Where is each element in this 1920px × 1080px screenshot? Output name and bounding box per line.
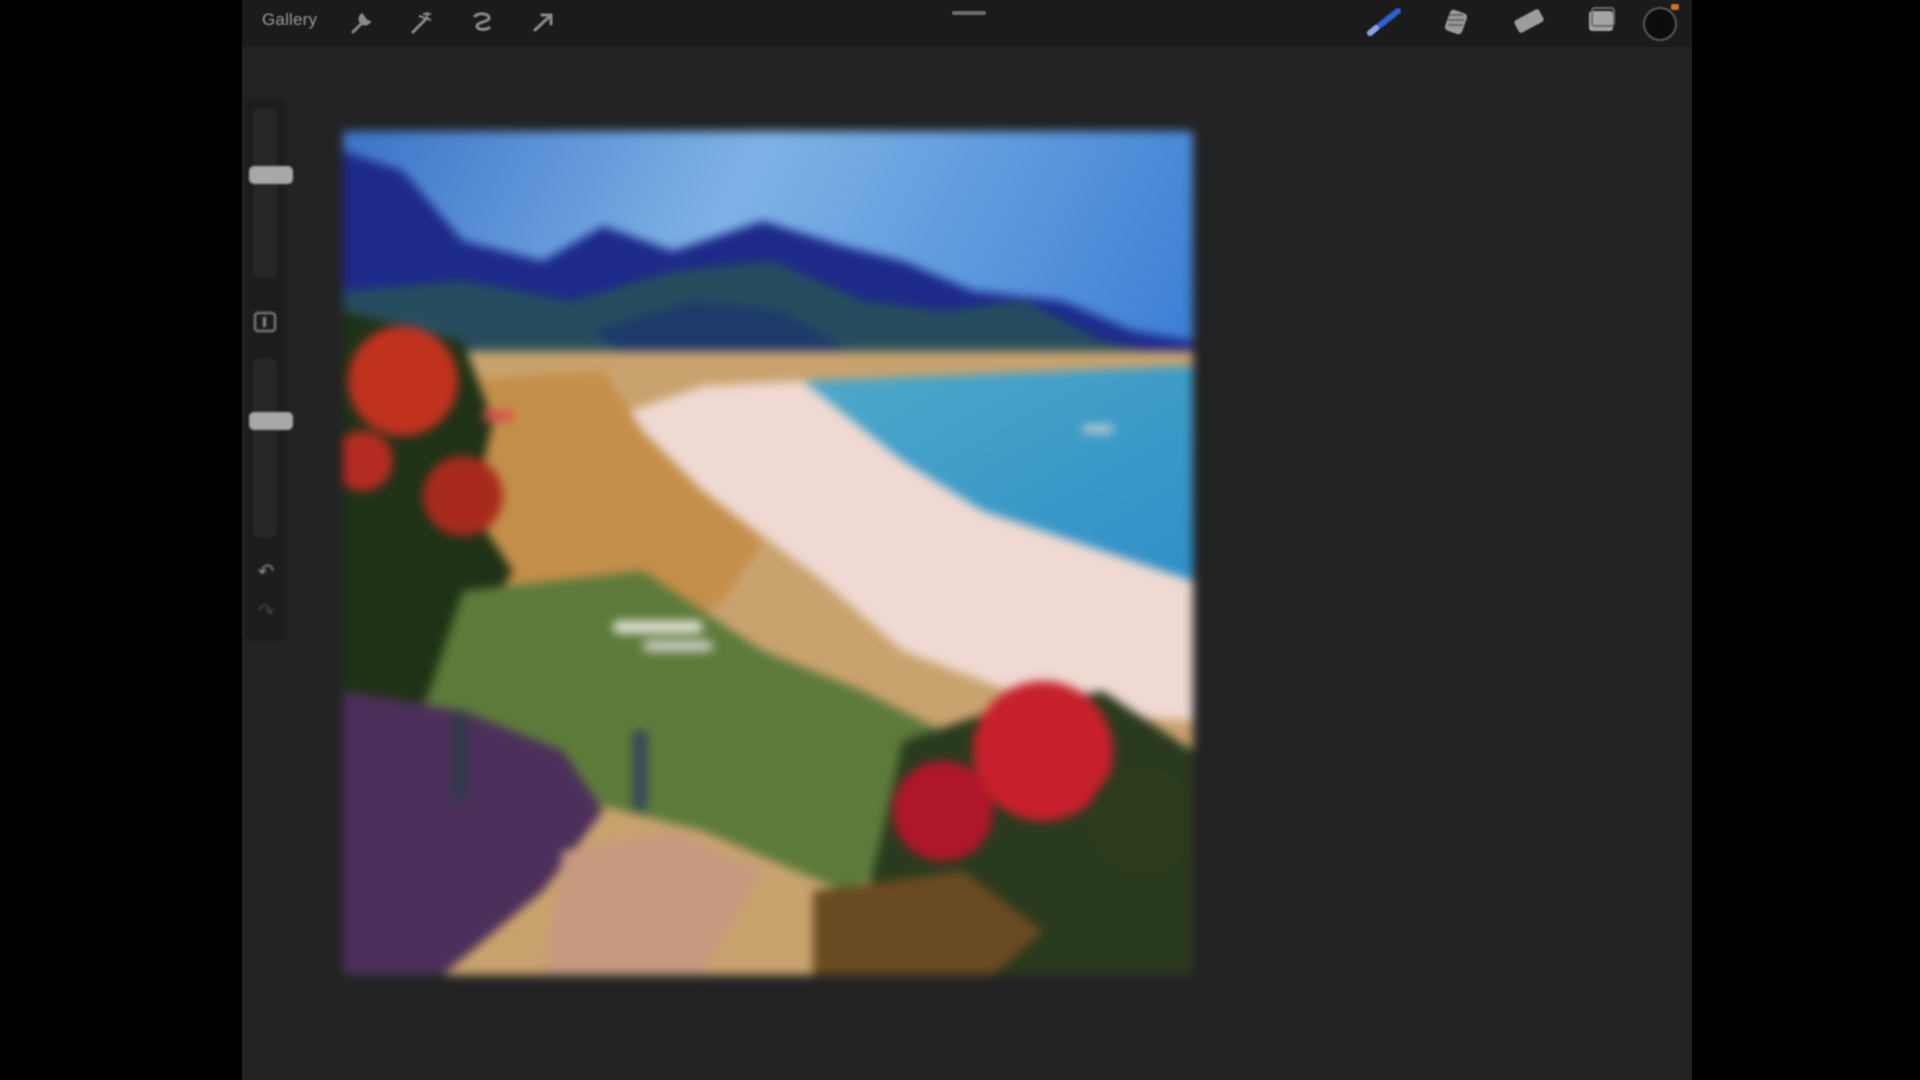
brush-size-handle[interactable] [249, 166, 293, 184]
opacity-handle[interactable] [249, 412, 293, 430]
eraser-icon[interactable] [1510, 7, 1548, 37]
color-picker-icon[interactable] [1643, 4, 1679, 41]
brush-size-slider[interactable] [249, 108, 293, 278]
painting [343, 131, 1193, 975]
redo-icon[interactable]: ↷ [253, 600, 279, 624]
drawing-canvas[interactable] [343, 131, 1193, 975]
opacity-slider[interactable] [249, 358, 293, 538]
brush-icon[interactable] [1364, 7, 1404, 37]
top-grabber-handle[interactable] [952, 11, 986, 15]
transform-arrow-icon[interactable] [528, 8, 558, 38]
gallery-button[interactable]: Gallery [262, 10, 317, 30]
procreate-screen: Gallery ↶ ↷ [242, 0, 1692, 1080]
wrench-icon[interactable] [346, 8, 376, 38]
smudge-icon[interactable] [1438, 7, 1474, 37]
layers-icon[interactable] [1582, 6, 1618, 36]
modify-button[interactable] [254, 312, 276, 332]
top-toolbar: Gallery [242, 0, 1692, 47]
magic-wand-icon[interactable] [407, 8, 437, 38]
left-sidebar: ↶ ↷ [245, 100, 293, 640]
selection-icon[interactable] [467, 8, 497, 38]
undo-icon[interactable]: ↶ [253, 560, 279, 584]
